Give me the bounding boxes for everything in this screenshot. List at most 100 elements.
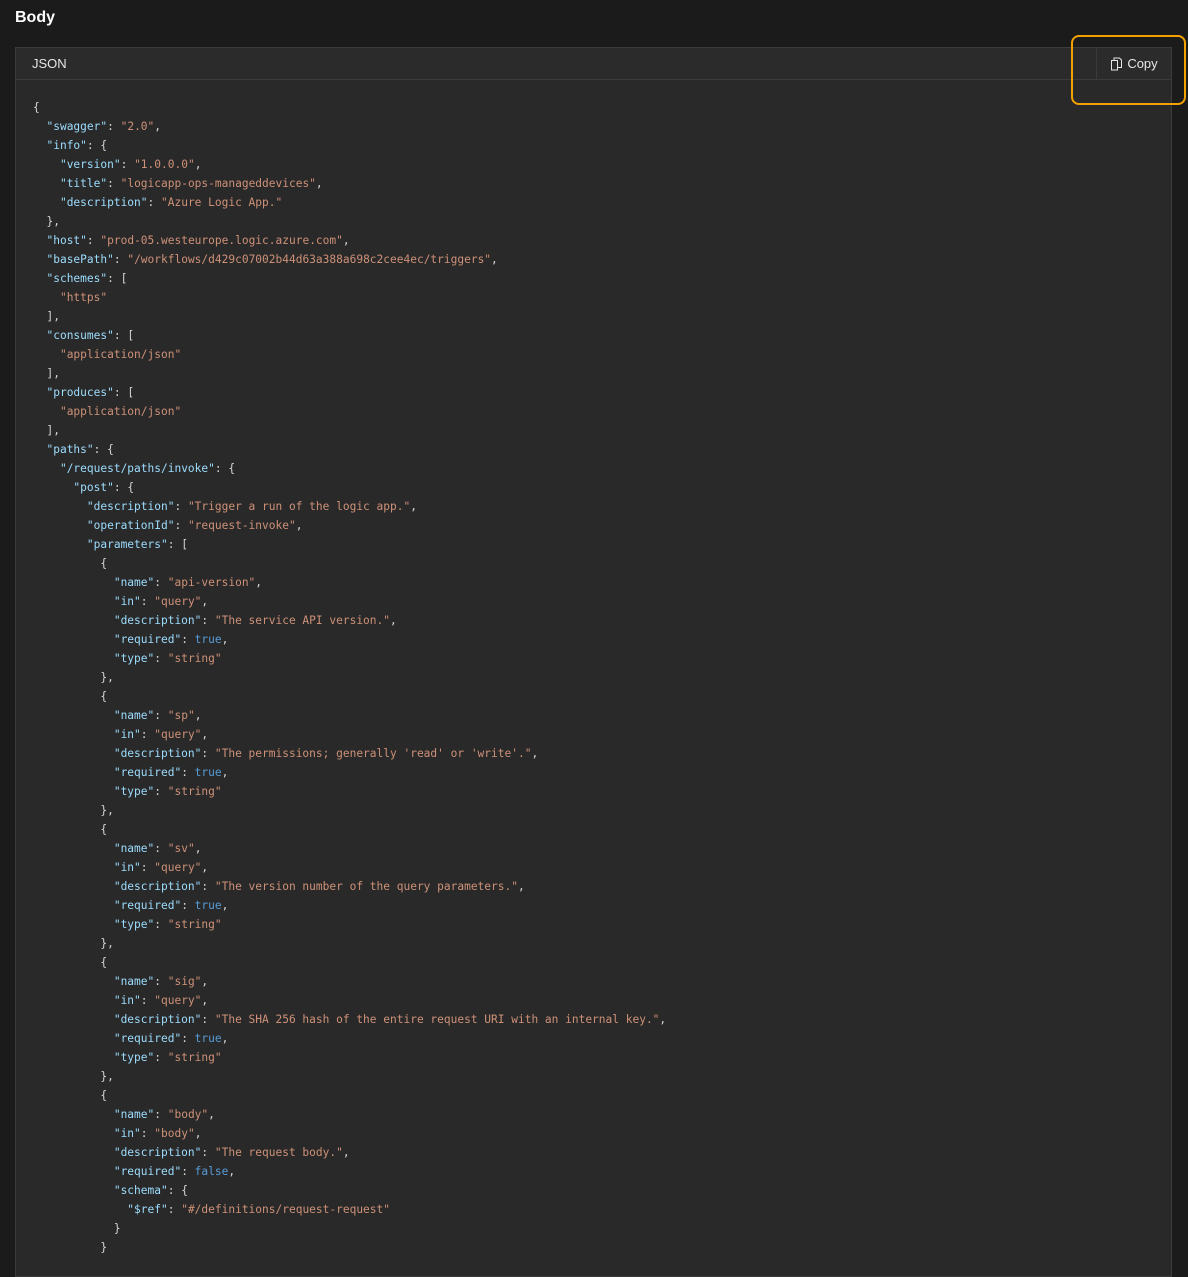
code-line: }, — [33, 1067, 666, 1086]
json-punctuation — [33, 899, 114, 912]
json-punctuation: : — [107, 120, 121, 133]
code-line: "type": "string" — [33, 649, 666, 668]
code-line: "description": "The SHA 256 hash of the … — [33, 1010, 666, 1029]
code-line: "operationId": "request-invoke", — [33, 516, 666, 535]
json-punctuation: : — [181, 1165, 195, 1178]
json-punctuation: , — [221, 766, 229, 779]
code-line: { — [33, 687, 666, 706]
json-string: "https" — [59, 291, 108, 304]
code-line: "/request/paths/invoke": { — [33, 459, 666, 478]
code-line: "title": "logicapp-ops-manageddevices", — [33, 174, 666, 193]
json-punctuation: : — [154, 709, 168, 722]
json-punctuation — [33, 120, 46, 133]
json-punctuation: : — [201, 1013, 215, 1026]
json-punctuation: }, — [33, 804, 114, 817]
code-line: }, — [33, 668, 666, 687]
json-punctuation: : { — [93, 443, 114, 456]
code-line: }, — [33, 212, 666, 231]
json-string: "sv" — [167, 842, 195, 855]
json-punctuation — [33, 272, 46, 285]
code-line: "in": "query", — [33, 858, 666, 877]
json-punctuation: : — [174, 519, 188, 532]
copy-button-label: Copy — [1127, 56, 1158, 71]
json-punctuation: , — [201, 994, 209, 1007]
json-punctuation: : — [140, 861, 155, 874]
json-key: "required" — [113, 766, 182, 779]
json-key: "description" — [113, 880, 202, 893]
json-string: "query" — [154, 595, 202, 608]
code-line: { — [33, 820, 666, 839]
json-punctuation: ], — [33, 310, 60, 323]
code-line: "required": true, — [33, 763, 666, 782]
json-punctuation: : — [154, 918, 168, 931]
json-key: "version" — [59, 158, 121, 171]
json-punctuation: : — [140, 728, 155, 741]
language-label: JSON — [32, 56, 67, 71]
json-punctuation — [33, 1127, 114, 1140]
json-punctuation — [33, 728, 114, 741]
json-punctuation: , — [531, 747, 539, 760]
json-punctuation — [33, 234, 46, 247]
json-punctuation — [33, 481, 73, 494]
json-boolean: true — [194, 633, 222, 646]
json-string: "The request body." — [214, 1146, 343, 1159]
json-punctuation: , — [390, 614, 397, 627]
json-punctuation: : — [107, 177, 121, 190]
json-punctuation: : [ — [167, 538, 188, 551]
json-punctuation: : — [181, 899, 195, 912]
json-punctuation — [33, 1146, 114, 1159]
json-punctuation — [33, 747, 114, 760]
json-punctuation: : — [181, 1032, 195, 1045]
json-key: "description" — [113, 1013, 202, 1026]
json-string: "body" — [167, 1108, 209, 1121]
json-punctuation — [33, 576, 114, 589]
json-punctuation: { — [33, 956, 108, 969]
json-punctuation: { — [33, 823, 108, 836]
body-section-title: Body — [15, 9, 55, 26]
json-key: "required" — [113, 899, 182, 912]
json-punctuation: , — [194, 1127, 202, 1140]
code-line: "name": "api-version", — [33, 573, 666, 592]
json-punctuation — [33, 975, 114, 988]
json-punctuation: : [ — [113, 386, 135, 399]
json-punctuation: , — [315, 177, 323, 190]
json-punctuation: , — [517, 880, 525, 893]
json-string: "query" — [154, 728, 202, 741]
code-line: "description": "The service API version.… — [33, 611, 666, 630]
json-key: "description" — [86, 500, 175, 513]
json-punctuation — [33, 158, 60, 171]
json-punctuation: : — [147, 196, 161, 209]
json-punctuation — [33, 652, 114, 665]
json-key: "in" — [113, 728, 141, 741]
json-punctuation — [33, 443, 46, 456]
json-punctuation — [33, 196, 60, 209]
json-punctuation: : — [154, 1051, 168, 1064]
code-line: "required": false, — [33, 1162, 666, 1181]
json-string: "string" — [167, 785, 222, 798]
json-string: "sig" — [167, 975, 202, 988]
json-key: "in" — [113, 861, 141, 874]
json-punctuation — [33, 861, 114, 874]
json-punctuation — [33, 538, 87, 551]
json-punctuation: : — [201, 880, 215, 893]
copy-button-container: Copy — [1096, 48, 1171, 79]
json-punctuation: : — [120, 158, 135, 171]
copy-button[interactable]: Copy — [1097, 48, 1171, 79]
json-punctuation: : — [167, 1203, 182, 1216]
json-punctuation: : { — [113, 481, 135, 494]
json-key: "description" — [113, 614, 202, 627]
json-punctuation: } — [33, 1241, 108, 1254]
code-line: } — [33, 1238, 666, 1257]
json-punctuation: , — [208, 1108, 215, 1121]
json-punctuation: : { — [214, 462, 236, 475]
json-boolean: true — [194, 899, 222, 912]
json-punctuation: ], — [33, 367, 60, 380]
code-line: ], — [33, 364, 666, 383]
json-punctuation: }, — [33, 671, 114, 684]
json-punctuation: : — [181, 766, 195, 779]
json-punctuation: } — [33, 1222, 121, 1235]
json-punctuation: , — [342, 1146, 350, 1159]
code-line: ], — [33, 421, 666, 440]
json-string: "The version number of the query paramet… — [214, 880, 518, 893]
json-key: "in" — [113, 595, 141, 608]
